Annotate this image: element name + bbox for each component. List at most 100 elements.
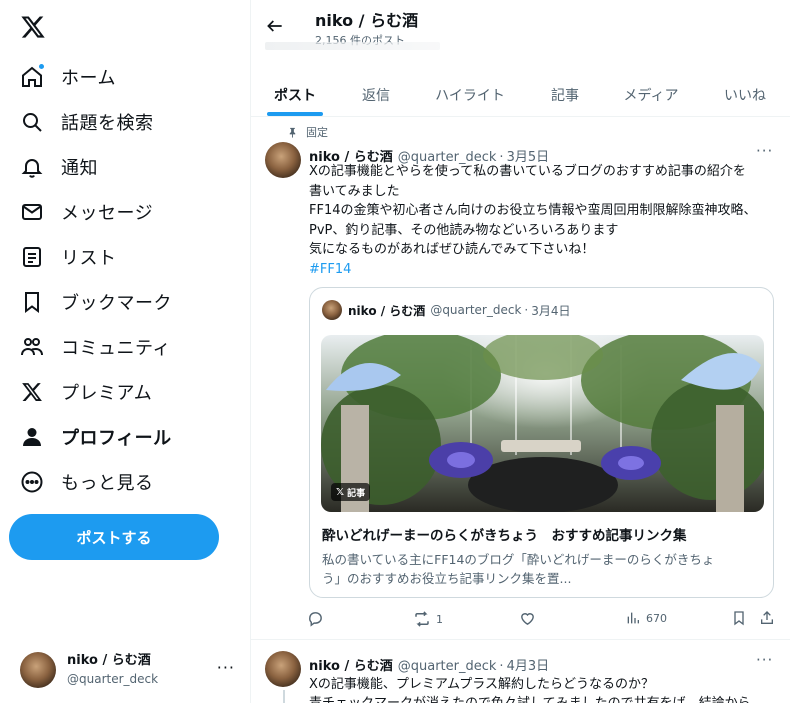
avatar[interactable] [265, 651, 301, 687]
mail-icon [20, 200, 44, 224]
analytics-icon [627, 612, 639, 624]
tweet-text-line: 書いてみました [309, 183, 400, 199]
quoted-article-card[interactable]: niko / らむ酒 @quarter_deck · 3月4日 𝕏 記事 酔いど… [309, 287, 774, 598]
tweet-author-handle[interactable]: @quarter_deck [398, 659, 497, 674]
tweet-text: Xの記事機能、プレミアムプラス解約したらどうなるのか？ 青チェックマークが消えた… [309, 675, 779, 703]
tab-highlights[interactable]: ハイライト [427, 72, 513, 117]
more-dots-icon[interactable]: ··· [756, 142, 773, 160]
separator: · [499, 659, 504, 674]
tweet-text-line: PvP、釣り記事、その他読み物などいろいろあります [309, 222, 619, 238]
nav-item-notifications[interactable]: 通知 [0, 144, 250, 189]
view-count: 670 [646, 611, 667, 625]
tweet-text-line: FF14の金策や初心者さん向けのお役立ち情報や蛮周回用制限解除蛮神攻略、 [309, 203, 757, 218]
more-dots-icon[interactable]: ··· [756, 651, 773, 669]
tweet-date[interactable]: 4月3日 [507, 655, 550, 674]
tweet-author-name[interactable]: niko / らむ酒 [309, 655, 393, 674]
bookmark-button[interactable] [731, 610, 747, 626]
x-logo-icon [20, 380, 44, 404]
main-nav: ホーム 話題を検索 通知 メッセージ リスト ブックマーク コミュニティ プレミ… [0, 54, 250, 504]
nav-item-communities[interactable]: コミュニティ [0, 324, 250, 369]
article-cover-image: 𝕏 記事 [321, 335, 764, 512]
article-description-line: 私の書いている主にFF14のブログ「酔いどれげーまーのらくがきちょ [322, 552, 715, 567]
hashtag-link[interactable]: #FF14 [309, 262, 351, 277]
profile-tabs: ポスト 返信 ハイライト 記事 メディア いいね [251, 72, 790, 117]
like-button[interactable] [519, 610, 541, 627]
nav-label: リスト [61, 247, 117, 269]
pinned-label: 固定 [306, 126, 328, 139]
nav-label: ホーム [61, 67, 116, 89]
x-logo-icon[interactable] [20, 14, 46, 40]
profile-header: niko / らむ酒 2,156 件のポスト [251, 0, 790, 55]
post-button[interactable]: ポストする [9, 514, 219, 560]
more-circle-icon [20, 470, 44, 494]
article-description: 私の書いている主にFF14のブログ「酔いどれげーまーのらくがきちょ う」のおすす… [322, 550, 762, 588]
people-icon [20, 335, 44, 359]
back-arrow-icon[interactable] [265, 16, 285, 36]
quote-date: 3月4日 [531, 303, 571, 318]
tweet-text-line: 気になるものがあればぜひ読んでみて下さいね！ [309, 242, 595, 257]
reply-icon [309, 612, 322, 627]
nav-item-messages[interactable]: メッセージ [0, 189, 250, 234]
nav-item-premium[interactable]: プレミアム [0, 369, 250, 414]
thread-line [283, 690, 285, 703]
tweet-actions: 1 670 [307, 610, 779, 630]
account-handle: @quarter_deck [67, 672, 159, 686]
heart-icon [521, 613, 534, 625]
home-icon [20, 62, 45, 89]
search-icon [20, 110, 44, 134]
tweet-header: niko / らむ酒 @quarter_deck · 4月3日 [309, 655, 549, 674]
quote-author-name: niko / らむ酒 [348, 303, 426, 318]
tab-posts[interactable]: ポスト [267, 72, 323, 117]
repost-icon [415, 611, 429, 627]
nav-item-more[interactable]: もっと見る [0, 459, 250, 504]
article-title: 酔いどれげーまーのらくがきちょう おすすめ記事リンク集 [322, 528, 687, 544]
tweet-text-line: 青チェックマークが消えたので色々試してみましたので共有をば。結論から [309, 694, 779, 703]
avatar [322, 300, 342, 320]
article-badge-label: 記事 [347, 488, 366, 499]
bell-icon [20, 155, 44, 179]
nav-label: 通知 [61, 157, 98, 179]
nav-label: コミュニティ [61, 337, 171, 359]
repost-button[interactable]: 1 [413, 610, 443, 628]
nav-item-profile[interactable]: プロフィール [0, 414, 250, 459]
more-dots-icon[interactable]: ··· [217, 658, 235, 677]
bookmark-icon [734, 611, 744, 626]
tab-media[interactable]: メディア [615, 72, 687, 117]
pin-icon [289, 127, 296, 138]
nav-label: もっと見る [61, 472, 154, 494]
tweet-text: Xの記事機能とやらを使って私の書いているブログのおすすめ記事の紹介を 書いてみま… [309, 162, 779, 279]
nav-label: プレミアム [61, 382, 153, 404]
nav-label: プロフィール [61, 427, 172, 449]
repost-count: 1 [436, 612, 443, 626]
nav-label: ブックマーク [61, 292, 172, 314]
nav-label: 話題を検索 [61, 112, 154, 134]
active-tab-indicator [267, 112, 323, 116]
account-switcher[interactable]: niko / らむ酒 @quarter_deck ··· [20, 650, 245, 690]
reply-button[interactable] [307, 610, 329, 627]
quote-author-handle: @quarter_deck [430, 303, 522, 317]
views-button[interactable]: 670 [625, 610, 667, 626]
header-name: niko / らむ酒 [315, 11, 419, 30]
x-logo-icon: 𝕏 [336, 486, 345, 498]
list-icon [20, 245, 44, 269]
person-icon [20, 425, 44, 449]
tab-likes[interactable]: いいね [715, 72, 775, 117]
nav-item-lists[interactable]: リスト [0, 234, 250, 279]
tab-replies[interactable]: 返信 [351, 72, 401, 117]
pinned-indicator: 固定 [287, 124, 328, 140]
nav-item-explore[interactable]: 話題を検索 [0, 99, 250, 144]
share-button[interactable] [759, 610, 775, 626]
nav-item-bookmarks[interactable]: ブックマーク [0, 279, 250, 324]
account-name: niko / らむ酒 [67, 653, 151, 668]
article-badge: 𝕏 記事 [331, 483, 371, 501]
share-icon [761, 611, 773, 624]
nav-label: メッセージ [61, 202, 154, 224]
faded-scroll-text [265, 42, 440, 50]
article-description-line: う」のおすすめお役立ち記事リンク集を置... [322, 571, 572, 586]
avatar[interactable] [265, 142, 301, 178]
avatar [20, 652, 56, 688]
divider [251, 639, 790, 640]
tab-articles[interactable]: 記事 [541, 72, 589, 117]
nav-item-home[interactable]: ホーム [0, 54, 250, 99]
tweet-text-line: Xの記事機能とやらを使って私の書いているブログのおすすめ記事の紹介を [309, 164, 746, 179]
